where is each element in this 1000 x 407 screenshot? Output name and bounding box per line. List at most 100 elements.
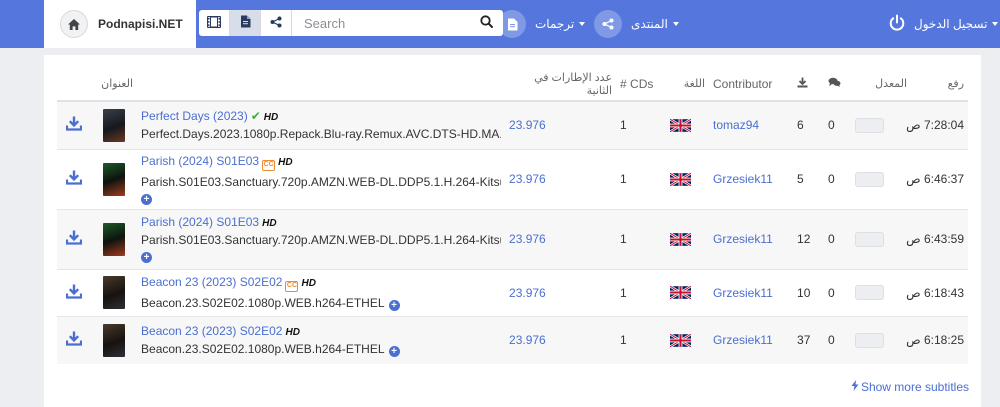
search-input[interactable] <box>292 10 470 36</box>
movie-filter-button[interactable] <box>199 10 230 36</box>
chevron-down-icon <box>992 22 999 26</box>
forum-menu[interactable]: المنتدى <box>594 10 679 38</box>
download-button[interactable] <box>57 209 91 269</box>
header-comments[interactable] <box>824 67 852 102</box>
downloads-count: 37 <box>797 333 811 348</box>
comments-count: 0 <box>828 285 835 300</box>
home-icon <box>60 10 88 38</box>
plus-circle-icon[interactable]: + <box>141 193 153 205</box>
show-more-link[interactable]: Show more subtitles <box>851 380 969 394</box>
download-button[interactable] <box>57 269 91 316</box>
title-link[interactable]: Beacon 23 (2023) S02E02 <box>141 275 282 289</box>
header-spacer <box>137 67 506 102</box>
title-link[interactable]: Parish (2024) S01E03 <box>141 154 259 168</box>
translations-label: ترجمات <box>535 17 575 31</box>
plus-circle-icon[interactable]: + <box>388 299 400 311</box>
poster-thumbnail[interactable] <box>103 276 125 309</box>
check-icon: ✔ <box>250 109 261 124</box>
download-icon <box>65 170 83 188</box>
login-menu[interactable]: تسجيل الدخول <box>888 10 999 38</box>
cds-value: 1 <box>620 118 627 133</box>
file-icon <box>498 10 526 38</box>
poster-thumbnail[interactable] <box>103 222 125 256</box>
subtitle-filter-button[interactable] <box>230 10 261 36</box>
file-icon <box>240 15 251 31</box>
forum-label: المنتدى <box>631 17 668 31</box>
brand-link[interactable]: Podnapisi.NET <box>44 0 196 48</box>
comments-count: 0 <box>828 232 835 246</box>
rating-bar <box>855 285 885 300</box>
table-header: العنوان عدد الإطارات في الثانية # CDs ال… <box>57 67 969 102</box>
contributor-link[interactable]: Grzesiek11 <box>709 149 793 209</box>
poster-thumbnail[interactable] <box>103 162 125 196</box>
header-contributor[interactable]: Contributor <box>709 67 794 102</box>
cds-value: 1 <box>620 232 627 246</box>
flag-uk-icon <box>670 286 705 299</box>
language-flag <box>666 209 709 269</box>
flag-uk-icon <box>670 172 705 186</box>
table-row: Beacon 23 (2023) S02E02 HD Beacon.23.S02E… <box>57 316 969 364</box>
upload-time: 6:43:59 ص <box>906 232 965 246</box>
title-link[interactable]: Beacon 23 (2023) S02E02 <box>141 324 282 338</box>
cds-value: 1 <box>620 333 627 348</box>
header-fps[interactable]: عدد الإطارات في الثانية <box>505 67 617 102</box>
flag-uk-icon <box>670 333 705 347</box>
chevron-down-icon <box>579 22 586 26</box>
header-title[interactable]: العنوان <box>57 67 138 102</box>
downloads-count: 10 <box>797 285 811 300</box>
login-label: تسجيل الدخول <box>914 17 988 31</box>
download-icon <box>797 77 808 91</box>
rating-bar <box>855 332 885 348</box>
downloads-count: 6 <box>797 118 804 133</box>
cc-icon: CC <box>285 280 299 292</box>
header-language[interactable]: اللغة <box>666 67 710 102</box>
poster-thumbnail[interactable] <box>103 108 125 142</box>
share-icon <box>594 10 622 38</box>
release-name: Parish.S01E03.Sanctuary.720p.AMZN.WEB-DL… <box>141 174 502 189</box>
flag-uk-icon <box>670 118 705 132</box>
language-flag <box>666 269 709 316</box>
downloads-count: 5 <box>797 172 804 186</box>
film-icon <box>206 15 222 31</box>
cds-value: 1 <box>620 172 627 186</box>
release-name: Beacon.23.S02E02.1080p.WEB.h264-ETHEL <box>141 295 385 310</box>
language-flag <box>666 316 709 364</box>
header-cds[interactable]: # CDs <box>616 67 667 102</box>
download-button[interactable] <box>57 316 91 364</box>
translations-menu[interactable]: ترجمات <box>498 10 586 38</box>
table-row: Parish (2024) S01E03 HD Parish.S01E03.San… <box>57 209 969 269</box>
upload-time: 7:28:04 ص <box>906 118 965 133</box>
contributor-link[interactable]: tomaz94 <box>709 101 793 149</box>
header-rating[interactable]: المعدل <box>851 67 912 102</box>
download-button[interactable] <box>57 149 91 209</box>
title-link[interactable]: Perfect Days (2023) <box>141 109 248 123</box>
subtitles-card: العنوان عدد الإطارات في الثانية # CDs ال… <box>44 55 981 407</box>
top-navbar: Podnapisi.NET ترجمات <box>0 0 1000 48</box>
contributor-link[interactable]: Grzesiek11 <box>709 209 793 269</box>
hd-badge: HD <box>285 326 300 338</box>
poster-thumbnail[interactable] <box>103 323 125 357</box>
download-icon <box>65 331 83 349</box>
rating-bar <box>855 231 885 247</box>
contributor-link[interactable]: Grzesiek11 <box>709 316 793 364</box>
cc-icon: CC <box>262 159 276 171</box>
plus-circle-icon[interactable]: + <box>388 345 400 357</box>
fps-value: 23.976 <box>509 333 546 348</box>
plus-circle-icon[interactable]: + <box>141 252 153 263</box>
contributor-link[interactable]: Grzesiek11 <box>709 269 793 316</box>
upload-time: 6:18:25 ص <box>906 333 965 348</box>
upload-time: 6:18:43 ص <box>906 285 965 300</box>
header-downloads[interactable] <box>793 67 825 102</box>
download-button[interactable] <box>57 101 91 149</box>
header-uploaded[interactable]: رفع <box>911 67 969 102</box>
language-flag <box>666 101 709 149</box>
release-name: Parish.S01E03.Sanctuary.720p.AMZN.WEB-DL… <box>141 233 502 247</box>
upload-time: 6:46:37 ص <box>906 172 965 186</box>
share-filter-button[interactable] <box>261 10 292 36</box>
title-link[interactable]: Parish (2024) S01E03 <box>141 215 259 229</box>
fps-value: 23.976 <box>509 285 546 300</box>
hd-badge: HD <box>301 277 316 289</box>
table-row: Perfect Days (2023) ✔ HD Perfect.Days.2023… <box>57 101 969 149</box>
download-icon <box>65 284 83 302</box>
download-icon <box>65 230 83 248</box>
